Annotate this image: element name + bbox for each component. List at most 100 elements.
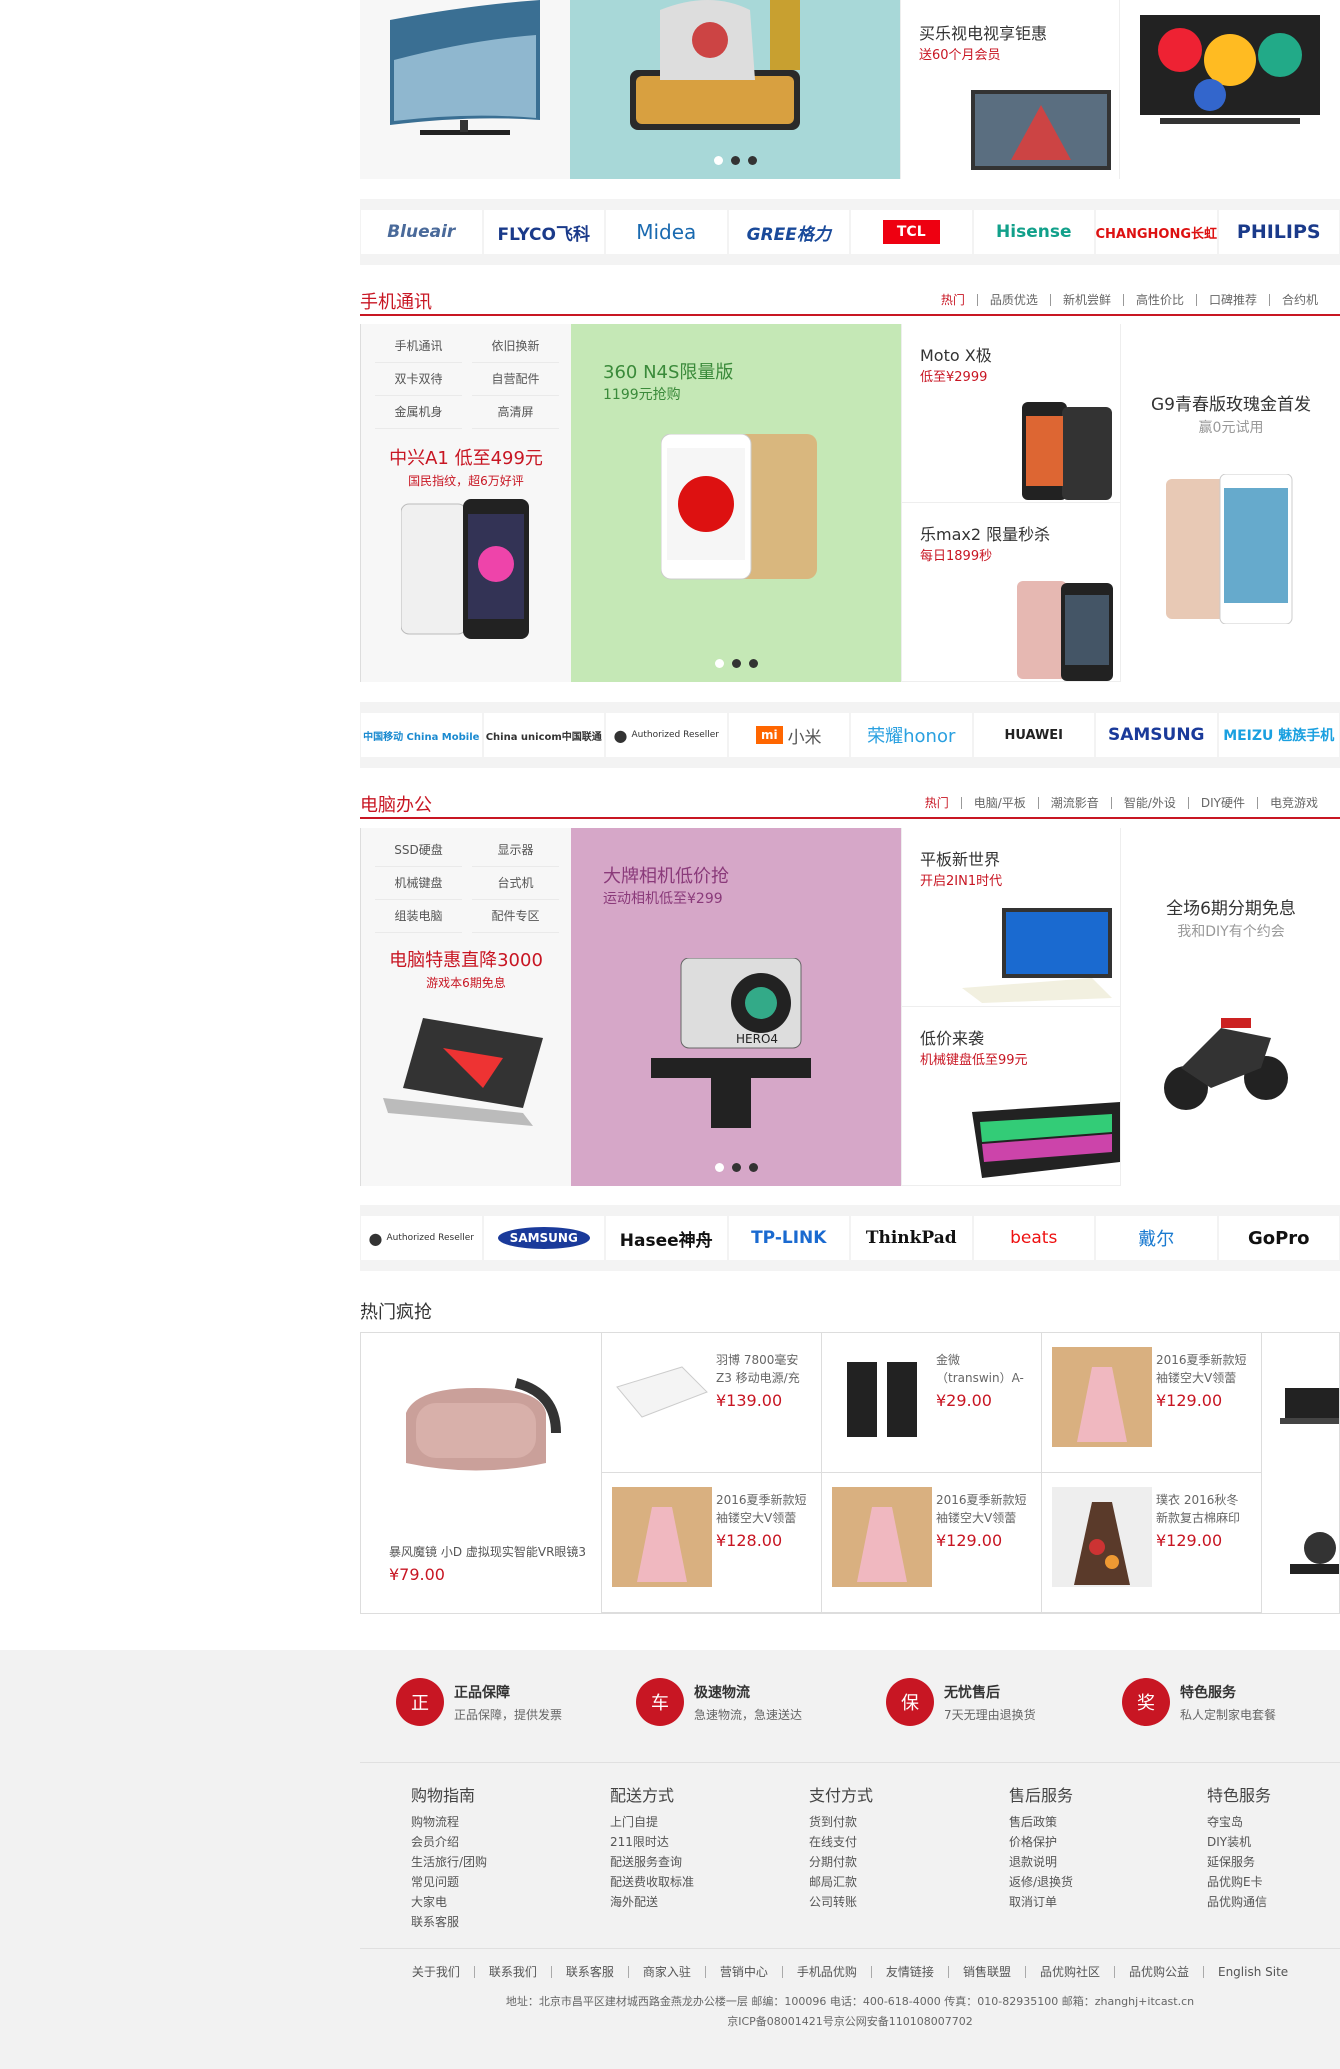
color-tv-image[interactable] xyxy=(1119,0,1340,179)
sub-link[interactable]: 手机通讯 xyxy=(375,330,462,363)
hot-item[interactable]: 金微（transwin）A-920 2.0声道 ¥29.00 xyxy=(821,1333,1041,1473)
tab-value[interactable]: 高性价比 xyxy=(1122,294,1196,306)
footer-link[interactable]: 公司转账 xyxy=(809,1892,873,1912)
brand-logo-beats[interactable]: beats xyxy=(973,1216,1094,1260)
tab-diy[interactable]: DIY硬件 xyxy=(1187,797,1257,809)
service-aftersale[interactable]: 保 无忧售后 7天无理由退换货 xyxy=(886,1678,1036,1726)
brand-logo-unicom[interactable]: China unicom中国联通 xyxy=(483,713,604,757)
tab-hot[interactable]: 热门 xyxy=(913,797,961,809)
footer-bottom-link[interactable]: 营销中心 xyxy=(704,1966,782,1978)
footer-bottom-link[interactable]: 友情链接 xyxy=(870,1966,948,1978)
sidebar-promo[interactable]: 电脑特惠直降3000 游戏本6期免息 xyxy=(361,946,571,991)
promo-tile-diy[interactable]: 全场6期分期免息 我和DIY有个约会 xyxy=(1120,828,1340,1186)
footer-bottom-link[interactable]: 联系客服 xyxy=(550,1966,628,1978)
brand-logo-hisense[interactable]: Hisense xyxy=(973,210,1094,254)
brand-logo-tplink[interactable]: TP-LINK xyxy=(728,1216,849,1260)
tab-new[interactable]: 新机尝鲜 xyxy=(1049,294,1123,306)
promo-tile-g9[interactable]: G9青春版玫瑰金首发 赢0元试用 xyxy=(1120,324,1340,682)
sub-link[interactable]: 依旧换新 xyxy=(472,330,559,363)
tab-contract[interactable]: 合约机 xyxy=(1268,294,1330,306)
sub-link[interactable]: 自营配件 xyxy=(472,363,559,396)
sidebar-promo[interactable]: 中兴A1 低至499元 国民指纹，超6万好评 xyxy=(361,444,571,489)
footer-link[interactable]: 延保服务 xyxy=(1207,1852,1271,1872)
footer-bottom-link[interactable]: 手机品优购 xyxy=(781,1966,871,1978)
brand-logo-samsung[interactable]: SAMSUNG xyxy=(483,1216,604,1260)
sub-link[interactable]: 金属机身 xyxy=(375,396,462,429)
sub-link[interactable]: 显示器 xyxy=(472,834,559,867)
sub-link[interactable]: 双卡双待 xyxy=(375,363,462,396)
sub-link[interactable]: SSD硬盘 xyxy=(375,834,462,867)
sub-link[interactable]: 配件专区 xyxy=(472,900,559,933)
footer-link[interactable]: 邮局汇款 xyxy=(809,1872,873,1892)
hot-item[interactable]: 2016夏季新款短袖镂空大V领蕾丝 ¥129.00 xyxy=(1041,1333,1261,1473)
brand-logo-philips[interactable]: PHILIPS xyxy=(1218,210,1339,254)
footer-bottom-link[interactable]: 销售联盟 xyxy=(947,1966,1025,1978)
promo-tile-tablet[interactable]: 平板新世界 开启2IN1时代 xyxy=(901,828,1120,1007)
brand-logo-samsung[interactable]: SAMSUNG xyxy=(1096,713,1217,757)
hot-item[interactable]: 羽博 7800毫安 Z3 移动电源/充电 ¥139.00 xyxy=(601,1333,821,1473)
hot-item[interactable]: 璞衣 2016秋冬新款复古棉麻印花 ¥129.00 xyxy=(1041,1473,1261,1613)
footer-link[interactable]: 退款说明 xyxy=(1009,1852,1073,1872)
center-slide[interactable]: 360 N4S限量版 1199元抢购 xyxy=(571,324,901,682)
footer-link[interactable]: 211限时达 xyxy=(610,1832,694,1852)
footer-link[interactable]: 品优购E卡 xyxy=(1207,1872,1271,1892)
sub-link[interactable]: 台式机 xyxy=(472,867,559,900)
brand-logo-huawei[interactable]: HUAWEI xyxy=(973,713,1094,757)
brand-logo-meizu[interactable]: MEIZU 魅族手机 xyxy=(1218,713,1339,757)
tab-smart[interactable]: 智能/外设 xyxy=(1110,797,1188,809)
brand-logo-gopro[interactable]: GoPro xyxy=(1218,1216,1339,1260)
tab-av[interactable]: 潮流影音 xyxy=(1037,797,1111,809)
footer-link[interactable]: 售后政策 xyxy=(1009,1812,1073,1832)
hot-item[interactable]: 2016夏季新款短袖镂空大V领蕾丝 ¥128.00 xyxy=(601,1473,821,1613)
brand-logo-gree[interactable]: GREE格力 xyxy=(728,210,849,254)
footer-bottom-link[interactable]: 品优购社区 xyxy=(1024,1966,1114,1978)
promo-tile-keyboard[interactable]: 低价来袭 机械键盘低至99元 xyxy=(901,1007,1120,1186)
footer-bottom-link[interactable]: 关于我们 xyxy=(398,1966,474,1978)
sub-link[interactable]: 组装电脑 xyxy=(375,900,462,933)
brand-logo-flyco[interactable]: FLYCO飞科 xyxy=(483,210,604,254)
brand-logo-honor[interactable]: 荣耀honor xyxy=(851,713,972,757)
brand-logo-xiaomi[interactable]: mi 小米 xyxy=(728,713,849,757)
brand-logo-dell[interactable]: 戴尔 xyxy=(1096,1216,1217,1260)
footer-link[interactable]: 会员介绍 xyxy=(411,1832,487,1852)
footer-link[interactable]: 配送费收取标准 xyxy=(610,1872,694,1892)
hot-overflow-column[interactable] xyxy=(1261,1333,1339,1613)
promo-tile-lemax[interactable]: 乐max2 限量秒杀 每日1899秒 xyxy=(901,503,1120,682)
brand-logo-apple[interactable]: ● Authorized Reseller xyxy=(361,1216,482,1260)
brand-logo-hasee[interactable]: Hasee神舟 xyxy=(606,1216,727,1260)
footer-link[interactable]: 海外配送 xyxy=(610,1892,694,1912)
footer-link[interactable]: 联系客服 xyxy=(411,1912,487,1932)
tab-recommend[interactable]: 口碑推荐 xyxy=(1195,294,1269,306)
footer-link[interactable]: DIY装机 xyxy=(1207,1832,1271,1852)
footer-link[interactable]: 常见问题 xyxy=(411,1872,487,1892)
brand-logo-apple[interactable]: ● Authorized Reseller xyxy=(606,713,727,757)
footer-link[interactable]: 返修/退换货 xyxy=(1009,1872,1073,1892)
tab-tablet[interactable]: 电脑/平板 xyxy=(960,797,1038,809)
kettle-slide[interactable] xyxy=(570,0,900,179)
brand-logo-midea[interactable]: Midea xyxy=(606,210,727,254)
footer-link[interactable]: 品优购通信 xyxy=(1207,1892,1271,1912)
brand-logo-changhong[interactable]: CHANGHONG长虹 xyxy=(1096,210,1217,254)
footer-link[interactable]: 取消订单 xyxy=(1009,1892,1073,1912)
footer-link[interactable]: 在线支付 xyxy=(809,1832,873,1852)
footer-link[interactable]: 价格保护 xyxy=(1009,1832,1073,1852)
service-special[interactable]: 奖 特色服务 私人定制家电套餐 xyxy=(1122,1678,1276,1726)
center-slide[interactable]: 大牌相机低价抢 运动相机低至¥299 HERO4 xyxy=(571,828,901,1186)
tab-quality[interactable]: 品质优选 xyxy=(976,294,1050,306)
service-genuine[interactable]: 正 正品保障 正品保障，提供发票 xyxy=(396,1678,562,1726)
brand-logo-blueair[interactable]: Blueair xyxy=(361,210,482,254)
footer-bottom-link[interactable]: English Site xyxy=(1202,1966,1302,1978)
hot-item[interactable]: 2016夏季新款短袖镂空大V领蕾丝 ¥129.00 xyxy=(821,1473,1041,1613)
sub-link[interactable]: 机械键盘 xyxy=(375,867,462,900)
sub-link[interactable]: 高清屏 xyxy=(472,396,559,429)
brand-logo-chinamobile[interactable]: 中国移动 China Mobile xyxy=(361,713,482,757)
footer-bottom-link[interactable]: 联系我们 xyxy=(473,1966,551,1978)
footer-bottom-link[interactable]: 品优购公益 xyxy=(1113,1966,1203,1978)
brand-logo-thinkpad[interactable]: ThinkPad xyxy=(851,1216,972,1260)
footer-bottom-link[interactable]: 商家入驻 xyxy=(627,1966,705,1978)
promo-tile-moto[interactable]: Moto X极 低至¥2999 xyxy=(901,324,1120,503)
service-shipping[interactable]: 车 极速物流 急速物流，急速送达 xyxy=(636,1678,802,1726)
footer-link[interactable]: 生活旅行/团购 xyxy=(411,1852,487,1872)
hot-big-item[interactable]: 暴风魔镜 小D 虚拟现实智能VR眼镜3 ¥79.00 xyxy=(361,1333,601,1613)
footer-link[interactable]: 夺宝岛 xyxy=(1207,1812,1271,1832)
